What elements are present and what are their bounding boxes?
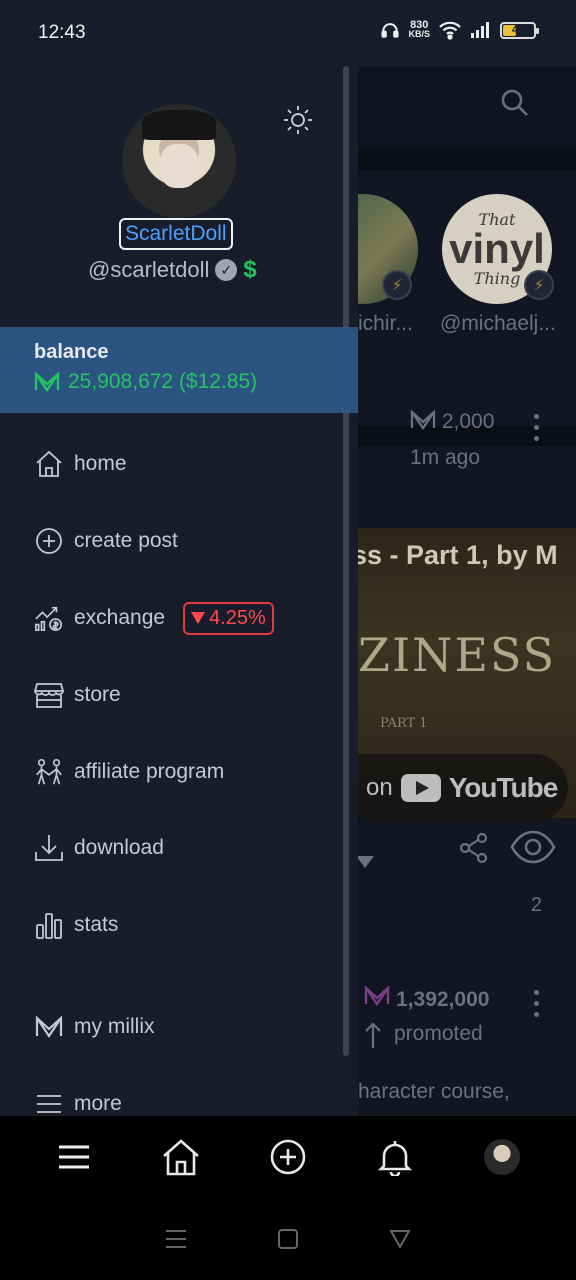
home-icon bbox=[162, 1139, 199, 1176]
menu-item-exchange[interactable]: exchange 4.25% bbox=[34, 600, 274, 636]
search-icon[interactable] bbox=[500, 88, 530, 118]
millix-icon bbox=[35, 1016, 63, 1038]
menu-label: home bbox=[74, 452, 127, 475]
more-options-icon[interactable] bbox=[534, 990, 540, 1018]
menu-icon bbox=[37, 1095, 61, 1113]
exchange-rate-badge: 4.25% bbox=[183, 601, 274, 635]
post-actions bbox=[358, 830, 576, 916]
balance-box[interactable]: balance 25,908,672 ($12.85) bbox=[0, 327, 358, 413]
status-bar: 12:43 830 KB/S 40 bbox=[0, 0, 576, 66]
bottom-nav bbox=[0, 1116, 576, 1198]
plus-circle-icon bbox=[36, 528, 62, 554]
store-icon bbox=[34, 683, 64, 708]
profile-avatar[interactable] bbox=[122, 104, 236, 218]
menu-label: create post bbox=[74, 529, 178, 552]
promo-coins: 1,392,000 bbox=[364, 986, 489, 1012]
menu-label: stats bbox=[74, 913, 119, 936]
drawer-scrollbar[interactable] bbox=[343, 66, 349, 1056]
youtube-pill[interactable]: on YouTube bbox=[358, 754, 568, 822]
post-coins: 2,000 bbox=[410, 409, 494, 434]
user-handle: @scarletdoll bbox=[88, 257, 210, 282]
menu-item-create-post[interactable]: create post bbox=[34, 523, 178, 559]
video-thumbnail[interactable]: ss - Part 1, by M ZINESS PART 1 on YouTu… bbox=[358, 528, 576, 822]
balance-label: balance bbox=[34, 341, 109, 363]
stats-icon bbox=[36, 913, 62, 939]
system-nav bbox=[0, 1198, 576, 1280]
handle-row: @scarletdoll ✓ $ bbox=[88, 256, 257, 284]
menu-label: more bbox=[74, 1092, 122, 1115]
affiliate-icon bbox=[36, 758, 62, 785]
menu-label: affiliate program bbox=[74, 760, 225, 783]
story-label: ichir... bbox=[358, 312, 413, 335]
nav-home-button[interactable] bbox=[159, 1135, 203, 1179]
menu-label: store bbox=[74, 683, 121, 706]
download-icon bbox=[35, 835, 63, 861]
promoted-arrow-icon bbox=[365, 1022, 381, 1048]
plus-circle-icon bbox=[270, 1139, 306, 1175]
more-options-icon[interactable] bbox=[534, 414, 540, 442]
display-name[interactable]: ScarletDoll bbox=[119, 218, 233, 250]
nav-menu-button[interactable] bbox=[52, 1135, 96, 1179]
menu-item-store[interactable]: store bbox=[34, 677, 121, 713]
square-icon bbox=[278, 1229, 298, 1249]
verified-icon: ✓ bbox=[215, 259, 238, 281]
nav-create-button[interactable] bbox=[266, 1135, 310, 1179]
menu-item-affiliate-program[interactable]: affiliate program bbox=[34, 754, 224, 790]
bolt-icon: ⚡ bbox=[382, 270, 412, 300]
home-system-button[interactable] bbox=[273, 1224, 303, 1254]
hamburger-icon bbox=[58, 1145, 89, 1169]
story-label: @michaelj... bbox=[440, 312, 556, 335]
post-time: 1m ago bbox=[410, 446, 481, 469]
video-title: ss - Part 1, by M bbox=[358, 540, 558, 570]
bell-icon bbox=[378, 1141, 413, 1176]
menu-item-my-millix[interactable]: my millix bbox=[34, 1009, 154, 1045]
menu-label: download bbox=[74, 836, 164, 859]
post-text: haracter course, bbox=[358, 1080, 510, 1103]
back-button[interactable] bbox=[385, 1224, 415, 1254]
nav-drawer: ScarletDoll @scarletdoll ✓ $ balance 25,… bbox=[0, 58, 358, 1116]
dislike-icon[interactable] bbox=[358, 856, 374, 868]
status-icons: 830 KB/S 40 bbox=[380, 19, 539, 40]
menu-item-stats[interactable]: stats bbox=[34, 907, 118, 943]
signal-icon bbox=[471, 22, 489, 38]
bolt-icon: ⚡ bbox=[524, 270, 554, 300]
promoted-label: promoted bbox=[394, 1022, 483, 1045]
feed-background: ⚡ That vinyl Thing ⚡ ichir... @michaelj.… bbox=[358, 58, 576, 1116]
down-triangle-icon bbox=[191, 612, 206, 624]
millix-icon bbox=[410, 409, 436, 430]
millix-icon bbox=[364, 986, 390, 1006]
menu-label: exchange bbox=[74, 606, 166, 629]
share-icon[interactable] bbox=[458, 832, 490, 864]
avatar bbox=[484, 1139, 521, 1175]
wifi-icon bbox=[439, 21, 461, 40]
millix-icon bbox=[34, 372, 60, 392]
menu-item-home[interactable]: home bbox=[34, 446, 127, 482]
balance-row: 25,908,672 ($12.85) bbox=[34, 370, 358, 394]
sun-icon[interactable] bbox=[282, 104, 314, 136]
status-time: 12:43 bbox=[38, 22, 86, 43]
nav-notifications-button[interactable] bbox=[373, 1135, 417, 1179]
recent-apps-icon bbox=[166, 1230, 186, 1248]
dollar-icon: $ bbox=[243, 256, 257, 283]
home-icon bbox=[36, 450, 62, 477]
recent-apps-button[interactable] bbox=[161, 1224, 191, 1254]
video-big-text: ZINESS bbox=[358, 628, 557, 682]
menu-item-more[interactable]: more bbox=[34, 1086, 122, 1116]
back-triangle-icon bbox=[390, 1230, 410, 1248]
youtube-icon bbox=[400, 774, 441, 802]
view-count: 2 bbox=[530, 894, 542, 916]
stories-row: ⚡ That vinyl Thing ⚡ bbox=[358, 170, 576, 426]
video-part: PART 1 bbox=[380, 716, 428, 731]
feed-header bbox=[358, 58, 576, 148]
headphones-icon bbox=[381, 23, 399, 38]
battery-icon: 40 bbox=[500, 21, 539, 39]
eye-icon bbox=[510, 830, 556, 864]
nav-profile-button[interactable] bbox=[480, 1135, 524, 1179]
net-speed: 830 KB/S bbox=[408, 19, 430, 39]
exchange-icon bbox=[35, 606, 63, 632]
menu-label: my millix bbox=[74, 1015, 155, 1038]
menu-item-download[interactable]: download bbox=[34, 830, 164, 866]
balance-amount: 25,908,672 ($12.85) bbox=[68, 370, 258, 393]
